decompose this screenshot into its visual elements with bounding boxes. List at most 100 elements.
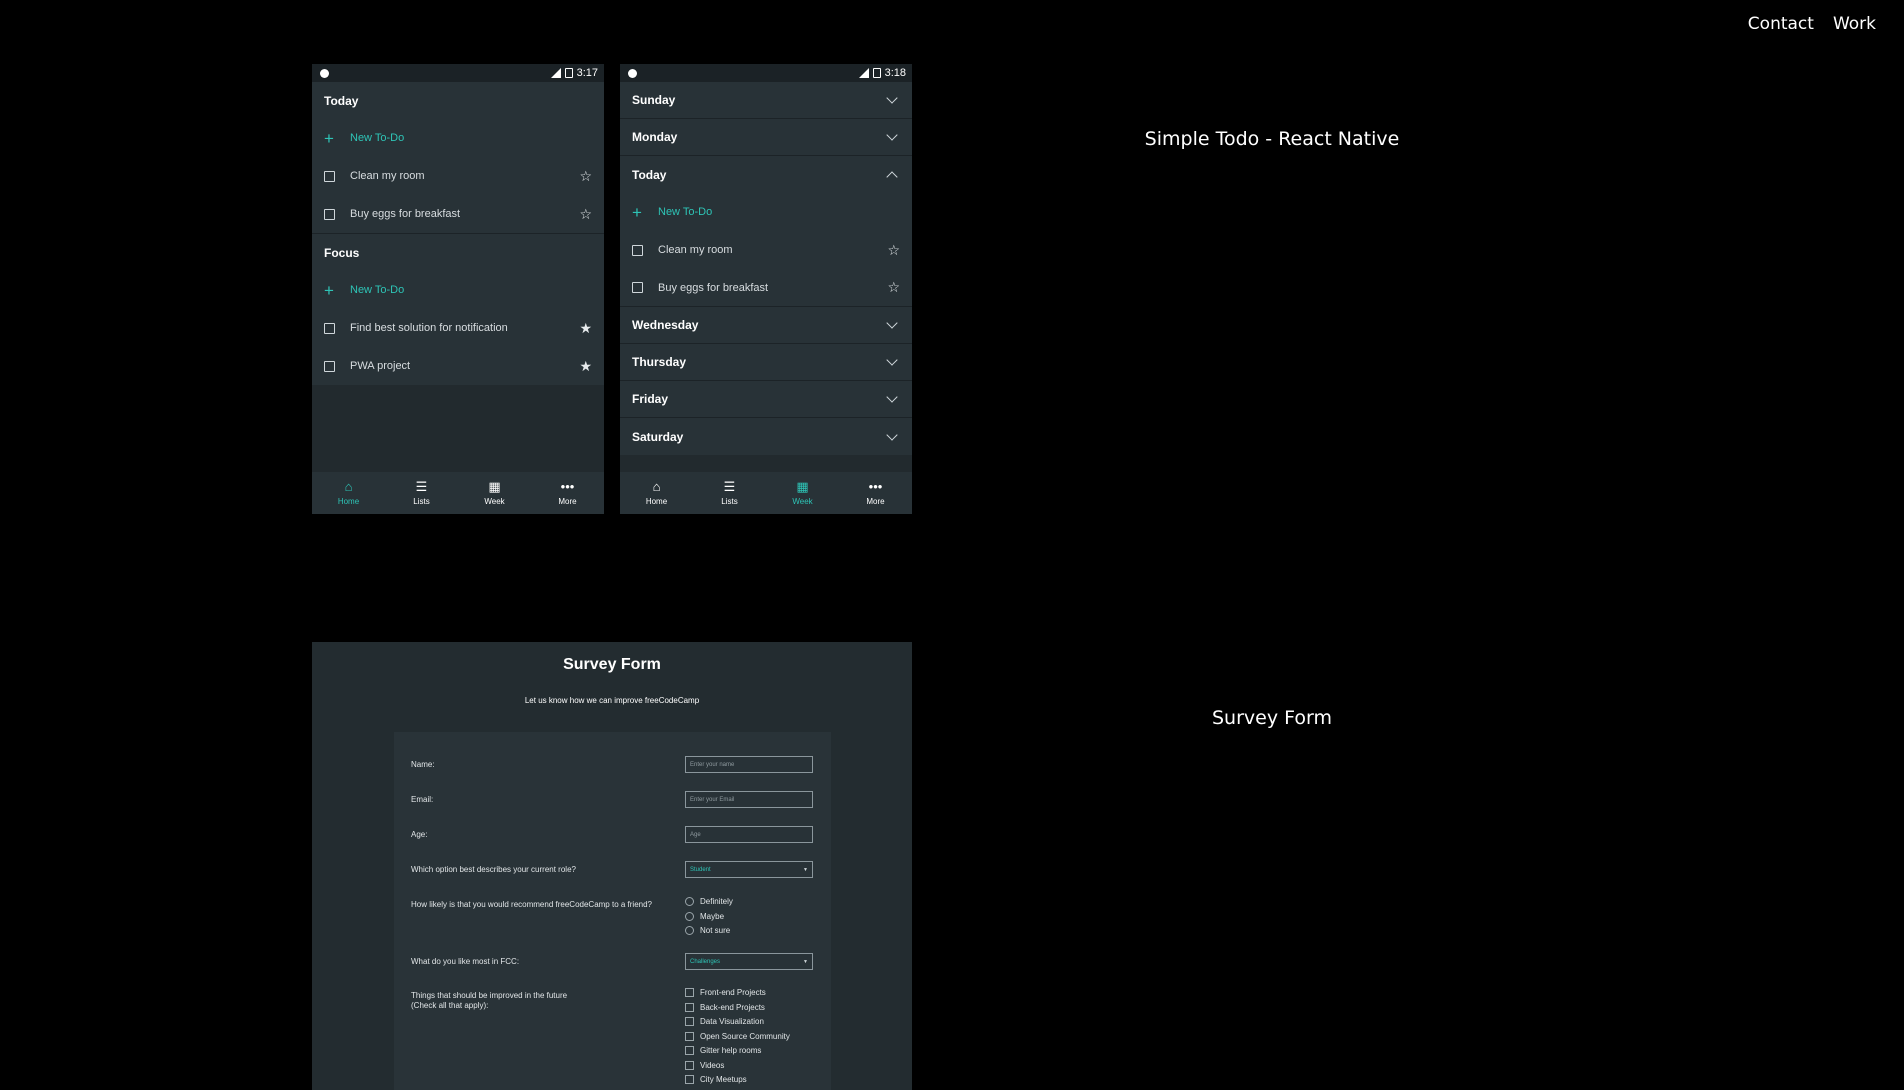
radio-label: Definitely — [700, 897, 733, 906]
like-value: Challenges — [690, 958, 721, 965]
plus-icon: + — [632, 202, 642, 222]
day-header-thursday[interactable]: Thursday — [620, 344, 912, 381]
new-todo-label: New To-Do — [350, 284, 405, 296]
age-label: Age: — [411, 830, 428, 839]
contact-link[interactable]: Contact — [1748, 14, 1814, 34]
checkbox-label: City Meetups — [700, 1075, 747, 1084]
tab-more[interactable]: ••• More — [531, 472, 604, 514]
day-header-sunday[interactable]: Sunday — [620, 82, 912, 119]
tab-home[interactable]: ⌂ Home — [620, 472, 693, 514]
tab-label: More — [558, 497, 577, 506]
radio-option[interactable]: Maybe — [685, 912, 724, 921]
checkbox-label: Data Visualization — [700, 1017, 764, 1026]
work-link[interactable]: Work — [1833, 14, 1876, 34]
radio-option[interactable]: Definitely — [685, 897, 733, 906]
day-header-today[interactable]: Today — [620, 156, 912, 193]
checkbox[interactable] — [632, 282, 643, 293]
checkbox[interactable] — [685, 1003, 694, 1012]
tab-label: Week — [792, 497, 813, 506]
todo-label: Find best solution for notification — [350, 322, 508, 334]
tab-home[interactable]: ⌂ Home — [312, 472, 385, 514]
todo-item[interactable]: PWA project ★ — [312, 347, 604, 385]
email-field[interactable]: Enter your Email — [685, 791, 813, 808]
todo-item[interactable]: Clean my room ☆ — [620, 231, 912, 269]
today-section: Today + New To-Do Clean my room ☆ Buy eggs… — [312, 82, 604, 233]
new-todo-row[interactable]: + New To-Do — [312, 271, 604, 309]
radio-option[interactable]: Not sure — [685, 926, 730, 935]
todo-label: Clean my room — [350, 170, 425, 182]
tab-lists[interactable]: ☰ Lists — [693, 472, 766, 514]
star-filled-icon[interactable]: ★ — [579, 358, 592, 375]
checkbox[interactable] — [685, 1046, 694, 1055]
project-title-todo[interactable]: Simple Todo - React Native — [1072, 128, 1472, 150]
new-todo-row[interactable]: + New To-Do — [620, 193, 912, 231]
survey-card: Name: Enter your name Email: Enter your … — [394, 732, 831, 1090]
tab-more[interactable]: ••• More — [839, 472, 912, 514]
radio-label: Not sure — [700, 926, 731, 935]
checkbox-label: Videos — [700, 1061, 725, 1070]
checkbox[interactable] — [685, 1032, 694, 1041]
tab-bar: ⌂ Home ☰ Lists ▦ Week ••• More — [620, 472, 912, 514]
checkbox-option[interactable]: Gitter help rooms — [685, 1046, 761, 1055]
checkbox[interactable] — [324, 322, 335, 334]
day-header-monday[interactable]: Monday — [620, 119, 912, 156]
survey-subtitle: Let us know how we can improve freeCodeC… — [524, 696, 700, 705]
checkbox[interactable] — [324, 360, 335, 372]
day-label: Wednesday — [632, 318, 699, 332]
age-field[interactable]: Age — [685, 826, 813, 843]
tab-week[interactable]: ▦ Week — [766, 472, 839, 514]
star-outline-icon[interactable]: ☆ — [887, 242, 900, 259]
alarm-icon — [628, 68, 637, 78]
todo-item[interactable]: Find best solution for notification ★ — [312, 309, 604, 347]
checkbox[interactable] — [324, 170, 335, 182]
checkbox[interactable] — [632, 244, 643, 256]
checkbox-option[interactable]: City Meetups — [685, 1075, 747, 1084]
todo-item[interactable]: Buy eggs for breakfast ☆ — [620, 269, 912, 307]
todo-item[interactable]: Clean my room ☆ — [312, 157, 604, 195]
star-filled-icon[interactable]: ★ — [579, 320, 592, 337]
new-todo-row[interactable]: + New To-Do — [312, 119, 604, 157]
todo-label: PWA project — [350, 360, 411, 372]
radio-button[interactable] — [685, 897, 694, 906]
todo-screenshot-home[interactable]: 3:17 Today + New To-Do Clean my room ☆ Buy… — [312, 64, 604, 514]
tab-label: More — [866, 497, 885, 506]
day-header-friday[interactable]: Friday — [620, 381, 912, 418]
day-label: Today — [632, 167, 667, 182]
project-title-survey[interactable]: Survey Form — [1072, 707, 1472, 729]
role-select[interactable]: Student ▼ — [685, 861, 813, 878]
like-select[interactable]: Challenges ▼ — [685, 953, 813, 970]
checkbox-option[interactable]: Front-end Projects — [685, 988, 766, 997]
day-header-saturday[interactable]: Saturday — [620, 418, 912, 455]
dropdown-arrow-icon: ▼ — [803, 866, 808, 873]
battery-icon — [564, 68, 573, 78]
checkbox-option[interactable]: Back-end Projects — [685, 1003, 765, 1012]
day-header-wednesday[interactable]: Wednesday — [620, 307, 912, 344]
tab-label: Home — [645, 497, 668, 506]
improve-label: Things that should be improved in the fu… — [411, 991, 567, 1011]
radio-button[interactable] — [685, 912, 694, 921]
checkbox[interactable] — [685, 1061, 694, 1070]
day-label: Sunday — [632, 93, 676, 107]
tab-week[interactable]: ▦ Week — [458, 472, 531, 514]
survey-title: Survey Form — [563, 656, 661, 673]
tab-lists[interactable]: ☰ Lists — [385, 472, 458, 514]
checkbox-option[interactable]: Open Source Community — [685, 1032, 790, 1041]
star-outline-icon[interactable]: ☆ — [887, 279, 900, 296]
checkbox-option[interactable]: Videos — [685, 1061, 724, 1070]
checkbox[interactable] — [685, 1075, 694, 1084]
star-outline-icon[interactable]: ☆ — [579, 206, 592, 223]
checkbox[interactable] — [685, 988, 694, 997]
star-outline-icon[interactable]: ☆ — [579, 168, 592, 185]
checkbox[interactable] — [324, 208, 335, 220]
signal-icon — [858, 68, 869, 78]
todo-item[interactable]: Buy eggs for breakfast ☆ — [312, 195, 604, 233]
name-field[interactable]: Enter your name — [685, 756, 813, 773]
tab-label: Lists — [721, 497, 738, 506]
status-time: 3:17 — [576, 67, 598, 79]
survey-form-screenshot[interactable]: Survey Form Let us know how we can impro… — [312, 642, 912, 1090]
section-heading: Today — [324, 93, 359, 108]
checkbox[interactable] — [685, 1017, 694, 1026]
todo-screenshot-week[interactable]: 3:18 Sunday Monday Today + New To-Do Clea… — [620, 64, 912, 514]
radio-button[interactable] — [685, 926, 694, 935]
checkbox-option[interactable]: Data Visualization — [685, 1017, 764, 1026]
